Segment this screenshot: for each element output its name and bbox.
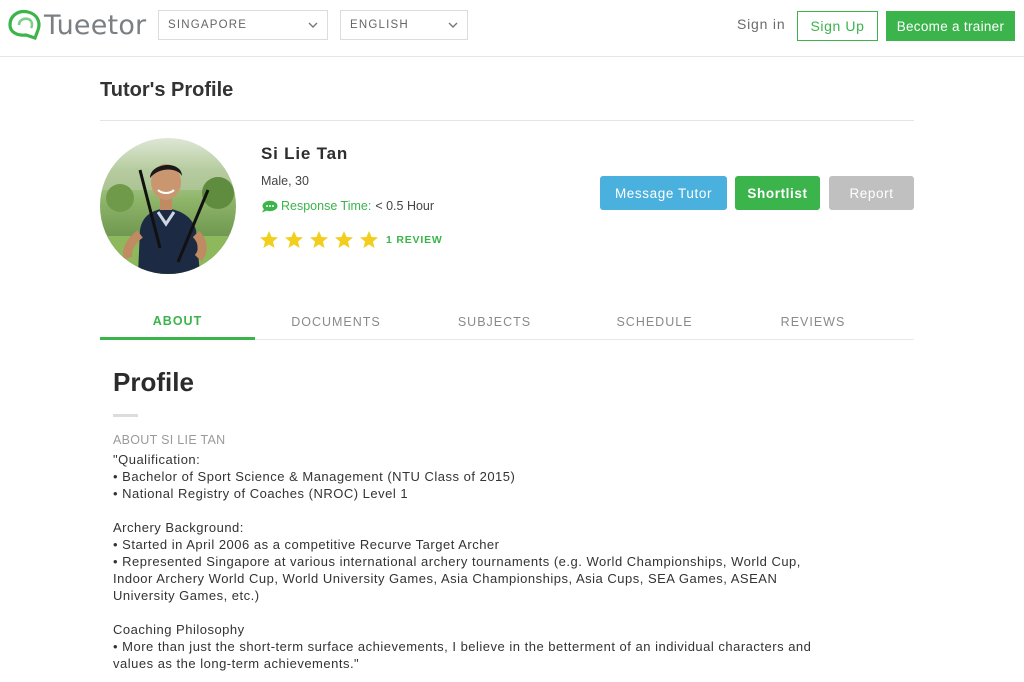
- about-line: • Represented Singapore at various inter…: [113, 554, 801, 569]
- message-tutor-button[interactable]: Message Tutor: [600, 176, 727, 210]
- about-line: "Qualification:: [113, 452, 201, 467]
- star-icon: [285, 231, 303, 248]
- divider: [100, 120, 914, 121]
- tab-schedule[interactable]: SCHEDULE: [572, 304, 737, 340]
- chevron-down-icon: [308, 22, 318, 28]
- star-icon: [360, 231, 378, 248]
- logo-text: Tueetor: [44, 9, 147, 41]
- logo[interactable]: Tueetor: [6, 8, 146, 42]
- about-line-blank: [113, 604, 903, 621]
- become-trainer-button[interactable]: Become a trainer: [886, 11, 1015, 41]
- about-line: Coaching Philosophy: [113, 622, 245, 637]
- profile-heading: Profile: [113, 367, 194, 397]
- about-line-blank: [113, 502, 903, 519]
- country-select[interactable]: SINGAPORE: [158, 10, 328, 40]
- response-time: Response Time: < 0.5 Hour: [261, 199, 434, 213]
- tutor-photo: [100, 138, 236, 274]
- tab-about[interactable]: ABOUT: [100, 304, 255, 340]
- rating-stars: 1 REVIEW: [259, 230, 443, 250]
- country-select-value: SINGAPORE: [168, 19, 248, 31]
- tueetor-logo-icon: [8, 9, 41, 41]
- page-title: Tutor's Profile: [100, 79, 234, 101]
- tab-subjects[interactable]: SUBJECTS: [417, 304, 572, 340]
- about-line: Archery Background:: [113, 520, 244, 535]
- star-icon: [310, 231, 328, 248]
- response-time-value: < 0.5 Hour: [375, 199, 435, 213]
- report-button[interactable]: Report: [829, 176, 914, 210]
- sign-in-link[interactable]: Sign in: [737, 16, 785, 32]
- chevron-down-icon: [448, 22, 458, 28]
- heading-underline: [113, 414, 138, 417]
- about-line: values as the long-term achievements.": [113, 656, 360, 671]
- profile-tabs: ABOUT DOCUMENTS SUBJECTS SCHEDULE REVIEW…: [100, 304, 914, 340]
- star-icon: [260, 231, 278, 248]
- avatar: [100, 138, 236, 274]
- language-select-value: ENGLISH: [350, 19, 409, 31]
- about-line: • More than just the short-term surface …: [113, 639, 812, 654]
- about-label: ABOUT SI LIE TAN: [113, 433, 226, 447]
- tab-documents[interactable]: DOCUMENTS: [255, 304, 417, 340]
- reviews-link[interactable]: 1 REVIEW: [386, 234, 443, 246]
- response-time-label: Response Time:: [281, 199, 372, 213]
- shortlist-button[interactable]: Shortlist: [735, 176, 820, 210]
- about-text: "Qualification: • Bachelor of Sport Scie…: [113, 451, 903, 672]
- star-icon: [335, 231, 353, 248]
- sign-up-button[interactable]: Sign Up: [797, 11, 878, 41]
- about-line: • Bachelor of Sport Science & Management…: [113, 469, 516, 484]
- top-navbar: Tueetor SINGAPORE ENGLISH Sign in Sign U…: [0, 0, 1024, 57]
- tutor-gender-age: Male, 30: [261, 174, 309, 188]
- language-select[interactable]: ENGLISH: [340, 10, 468, 40]
- about-line: University Games, etc.): [113, 588, 260, 603]
- chat-bubble-icon: [262, 200, 278, 212]
- about-line: Indoor Archery World Cup, World Universi…: [113, 571, 778, 586]
- about-line: • Started in April 2006 as a competitive…: [113, 537, 500, 552]
- about-line: • National Registry of Coaches (NROC) Le…: [113, 486, 409, 501]
- tutor-name: Si Lie Tan: [261, 144, 349, 163]
- tab-reviews[interactable]: REVIEWS: [737, 304, 889, 340]
